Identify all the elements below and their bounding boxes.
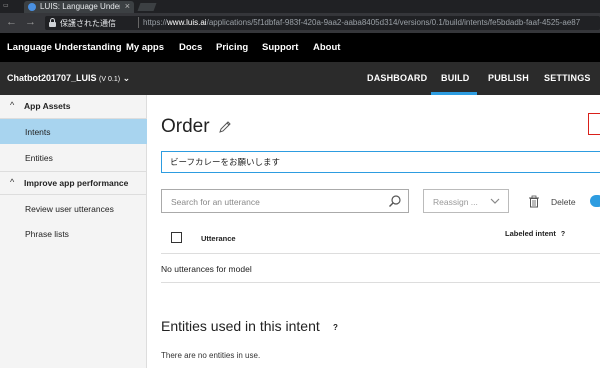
tab-build[interactable]: BUILD	[441, 73, 470, 83]
nav-about[interactable]: About	[313, 42, 340, 53]
back-arrow-icon[interactable]: ←	[6, 16, 17, 28]
column-utterance: Utterance	[201, 234, 236, 243]
nav-my-apps[interactable]: My apps	[126, 42, 164, 53]
search-placeholder: Search for an utterance	[171, 197, 260, 207]
sidebar-item-phrase-lists[interactable]: Phrase lists	[0, 221, 147, 246]
chevron-up-icon: ^	[10, 100, 15, 110]
tab-publish[interactable]: PUBLISH	[488, 73, 529, 83]
tab-settings[interactable]: SETTINGS	[544, 73, 591, 83]
sidebar-item-label: Phrase lists	[25, 229, 69, 239]
active-tab-indicator	[431, 92, 477, 95]
view-toggle[interactable]	[590, 195, 600, 207]
empty-utterances-text: No utterances for model	[161, 264, 252, 274]
utterance-input[interactable]	[161, 151, 600, 173]
nav-pricing[interactable]: Pricing	[216, 42, 248, 53]
chevron-down-icon: ⌄	[122, 73, 131, 83]
sidebar-item-entities[interactable]: Entities	[0, 145, 147, 170]
sidebar-item-review-utterances[interactable]: Review user utterances	[0, 196, 147, 221]
reassign-dropdown[interactable]: Reassign ...	[423, 189, 509, 213]
column-labeled-intent: Labeled intent?	[505, 229, 566, 238]
window-menu-icon[interactable]: ▭	[3, 2, 9, 9]
sidebar: ^ App Assets Intents Entities ^ Improve …	[0, 95, 147, 368]
sidebar-item-label: Intents	[25, 127, 51, 137]
address-bar: ← → 保護された通信 https://www.luis.ai/applicat…	[0, 13, 600, 33]
lock-icon[interactable]	[49, 18, 56, 27]
page-title: Order	[161, 116, 210, 137]
app-navbar: Language Understanding My apps Docs Pric…	[0, 33, 600, 62]
tab-title: LUIS: Language Understa...	[40, 2, 120, 11]
sidebar-section-label: Improve app performance	[24, 178, 129, 188]
chevron-up-icon: ^	[10, 177, 15, 187]
search-utterance-field[interactable]: Search for an utterance	[161, 189, 409, 213]
entities-heading: Entities used in this intent	[161, 318, 320, 334]
forward-arrow-icon[interactable]: →	[25, 16, 36, 28]
entities-empty-text: There are no entities in use.	[161, 351, 261, 360]
nav-docs[interactable]: Docs	[179, 42, 202, 53]
delete-button[interactable]: Delete	[551, 197, 576, 207]
app-subnav: Chatbot201707_LUIS (V 0.1) ⌄ DASHBOARD B…	[0, 62, 600, 95]
trash-icon[interactable]	[528, 195, 540, 208]
address-separator	[138, 17, 139, 28]
select-all-checkbox[interactable]	[171, 232, 182, 243]
help-icon[interactable]: ?	[333, 323, 338, 332]
tab-dashboard[interactable]: DASHBOARD	[367, 73, 427, 83]
help-icon[interactable]: ?	[561, 231, 565, 238]
new-tab-button[interactable]	[137, 3, 157, 11]
sidebar-item-label: Review user utterances	[25, 204, 114, 214]
add-utterance-button[interactable]	[588, 113, 600, 135]
browser-tab[interactable]: LUIS: Language Understa... ×	[24, 1, 134, 13]
sidebar-section-improve[interactable]: ^ Improve app performance	[0, 171, 147, 195]
nav-brand[interactable]: Language Understanding	[7, 42, 122, 53]
search-icon[interactable]	[388, 194, 402, 208]
chevron-down-icon	[490, 198, 500, 204]
sidebar-section-app-assets[interactable]: ^ App Assets	[0, 95, 147, 119]
sidebar-item-intents[interactable]: Intents	[0, 119, 147, 144]
table-row: No utterances for model	[161, 254, 600, 283]
sidebar-section-label: App Assets	[24, 101, 71, 111]
sidebar-item-label: Entities	[25, 153, 53, 163]
utterance-table-header: Utterance Labeled intent?	[161, 222, 600, 254]
nav-support[interactable]: Support	[262, 42, 298, 53]
reassign-label: Reassign ...	[433, 197, 478, 207]
url-field[interactable]: 保護された通信 https://www.luis.ai/applications…	[45, 16, 600, 30]
url-text[interactable]: https://www.luis.ai/applications/5f1dbfa…	[143, 18, 580, 27]
browser-tab-strip: ▭ LUIS: Language Understa... ×	[0, 0, 600, 13]
secure-label[interactable]: 保護された通信	[60, 18, 116, 29]
app-selector[interactable]: Chatbot201707_LUIS (V 0.1) ⌄	[7, 73, 130, 84]
luis-favicon-icon	[28, 3, 36, 11]
pencil-icon[interactable]	[218, 120, 232, 134]
tab-close-icon[interactable]: ×	[125, 1, 130, 11]
